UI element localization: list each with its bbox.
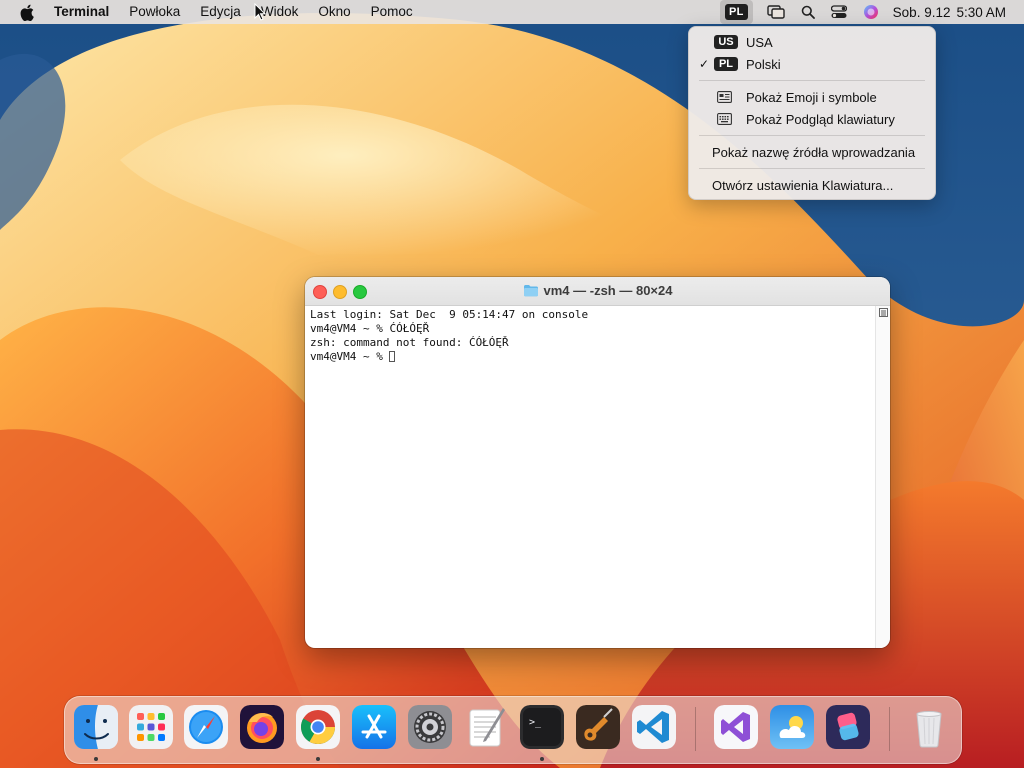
terminal-window: vm4 — -zsh — 80×24 Last login: Sat Dec 9… — [305, 277, 890, 648]
system-settings-icon[interactable] — [408, 705, 452, 749]
inspector-icon[interactable] — [879, 308, 888, 317]
text-cursor — [389, 351, 396, 362]
control-center-icon[interactable] — [830, 1, 847, 23]
input-source-label: Polski — [746, 56, 781, 72]
running-indicator — [540, 757, 544, 761]
show-keyboard-viewer-item[interactable]: Pokaż Podgląd klawiatury — [689, 108, 935, 130]
input-source-usa[interactable]: US USA — [689, 31, 935, 53]
menu-window[interactable]: Okno — [308, 0, 360, 24]
menu-bar-clock[interactable]: Sob. 9.12 5:30 AM — [893, 5, 1006, 20]
visual-studio-icon[interactable] — [714, 705, 758, 749]
window-title: vm4 — -zsh — 80×24 — [305, 283, 890, 298]
chrome-icon[interactable] — [296, 705, 340, 749]
dock-separator — [695, 707, 696, 751]
emoji-viewer-icon — [717, 91, 732, 103]
firefox-icon[interactable] — [240, 705, 284, 749]
launchpad-icon[interactable] — [129, 705, 173, 749]
window-title-text: vm4 — -zsh — 80×24 — [543, 283, 673, 298]
input-source-label: USA — [746, 34, 773, 50]
keyboard-viewer-icon — [717, 113, 732, 125]
menu-separator — [699, 135, 925, 136]
weather-icon[interactable] — [770, 705, 814, 749]
menu-separator — [699, 80, 925, 81]
shortcuts-icon[interactable] — [826, 705, 870, 749]
menu-bar: Terminal Powłoka Edycja Widok Okno Pomoc… — [0, 0, 1024, 24]
input-source-menu: US USA ✓ PL Polski Pokaż Emoji i symbole… — [688, 26, 936, 200]
show-emoji-and-symbols-item[interactable]: Pokaż Emoji i symbole — [689, 86, 935, 108]
vscode-icon[interactable] — [632, 705, 676, 749]
terminal-line: zsh: command not found: ĆÓŁÓĘŘ — [310, 336, 509, 349]
open-keyboard-settings-item[interactable]: Otwórz ustawienia Klawiatura... — [689, 174, 935, 196]
siri-icon[interactable] — [863, 1, 879, 23]
lang-badge-pl: PL — [714, 57, 738, 71]
svg-text:>_: >_ — [529, 717, 542, 728]
running-indicator — [316, 757, 320, 761]
terminal-icon[interactable]: >_ — [520, 705, 564, 749]
apple-menu-icon[interactable] — [16, 0, 38, 24]
dock: >_ — [64, 696, 962, 764]
terminal-line: vm4@VM4 ~ % ĆÓŁÓĘŘ — [310, 322, 430, 335]
folder-icon — [523, 285, 538, 297]
trash-icon[interactable] — [907, 705, 951, 749]
menu-shell[interactable]: Powłoka — [119, 0, 190, 24]
show-input-source-name-item[interactable]: Pokaż nazwę źródła wprowadzania — [689, 141, 935, 163]
safari-icon[interactable] — [184, 705, 228, 749]
garageband-icon[interactable] — [576, 705, 620, 749]
checkmark-icon: ✓ — [698, 57, 710, 71]
menu-edit[interactable]: Edycja — [190, 0, 251, 24]
clock-time: 5:30 AM — [956, 4, 1006, 20]
input-source-polski[interactable]: ✓ PL Polski — [689, 53, 935, 75]
input-source-badge: PL — [725, 4, 748, 20]
window-title-bar[interactable]: vm4 — -zsh — 80×24 — [305, 277, 890, 306]
mouse-pointer-icon — [254, 3, 266, 21]
running-indicator — [94, 757, 98, 761]
terminal-output[interactable]: Last login: Sat Dec 9 05:14:47 on consol… — [305, 306, 875, 648]
clock-date: Sob. 9.12 — [892, 4, 951, 20]
terminal-prompt: vm4@VM4 ~ % — [310, 350, 390, 363]
screen-mirroring-icon[interactable] — [766, 1, 785, 23]
open-keyboard-settings-label: Otwórz ustawienia Klawiatura... — [712, 177, 894, 193]
terminal-prompt-line: vm4@VM4 ~ % — [310, 350, 875, 364]
finder-icon[interactable] — [74, 705, 118, 749]
dock-separator — [889, 707, 890, 751]
menu-app-terminal[interactable]: Terminal — [52, 0, 119, 24]
textedit-icon[interactable] — [464, 705, 508, 749]
spotlight-search-icon[interactable] — [801, 1, 815, 23]
menu-separator — [699, 168, 925, 169]
show-emoji-label: Pokaż Emoji i symbole — [746, 89, 877, 105]
terminal-scroll-area[interactable] — [875, 306, 890, 648]
show-input-source-name-label: Pokaż nazwę źródła wprowadzania — [712, 144, 916, 160]
app-store-icon[interactable] — [352, 705, 396, 749]
show-keyboard-viewer-label: Pokaż Podgląd klawiatury — [746, 111, 895, 127]
lang-badge-us: US — [714, 35, 738, 49]
menu-help[interactable]: Pomoc — [361, 0, 423, 24]
terminal-line: Last login: Sat Dec 9 05:14:47 on consol… — [310, 308, 589, 321]
input-source-menu-button[interactable]: PL — [720, 0, 753, 24]
